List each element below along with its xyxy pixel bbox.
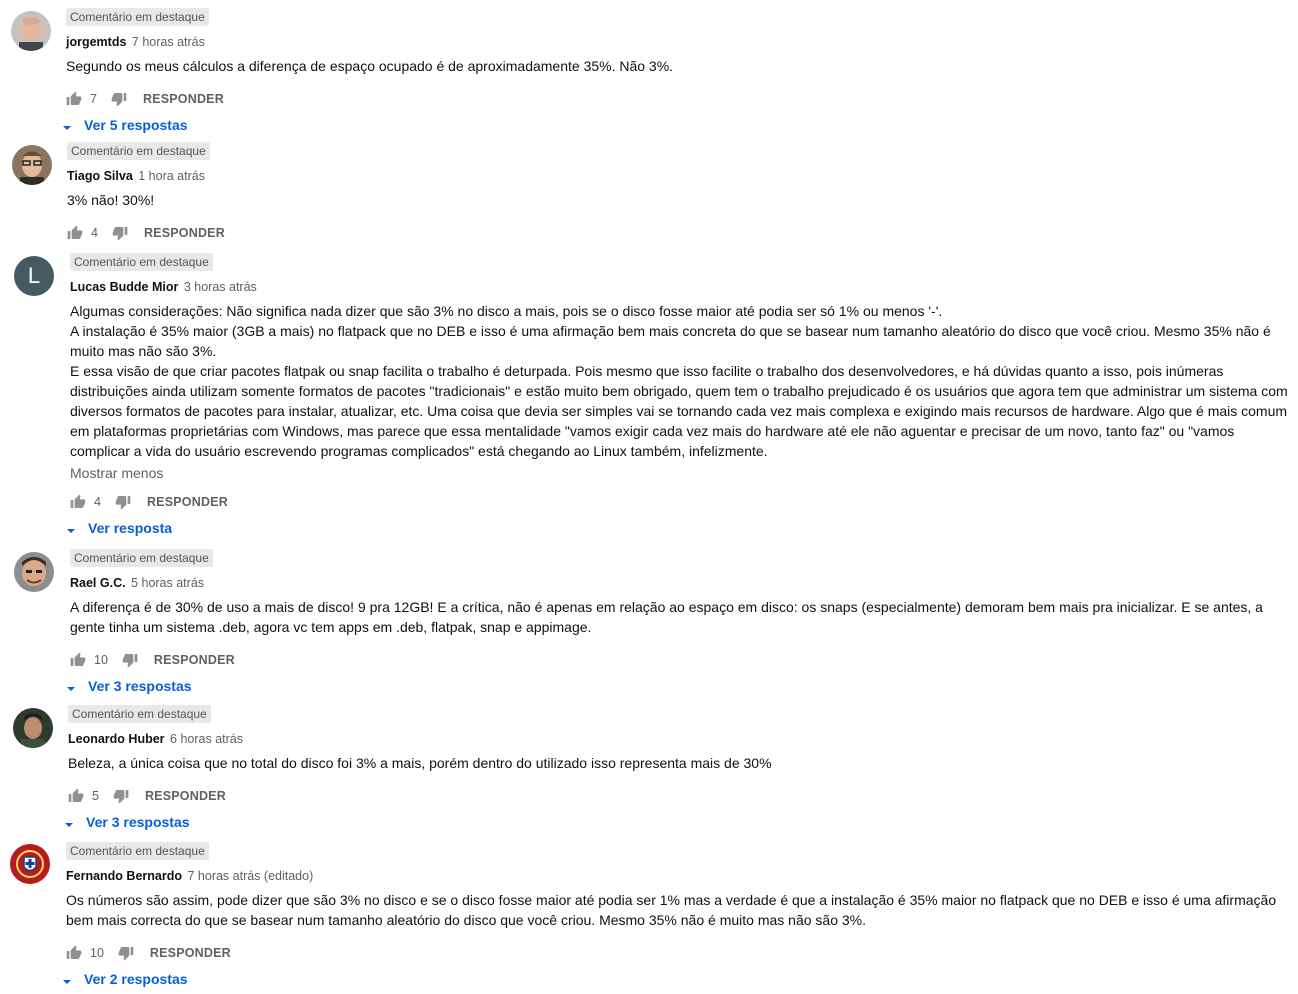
avatar[interactable] <box>11 11 51 51</box>
avatar[interactable] <box>10 844 50 884</box>
comment-text: Segundo os meus cálculos a diferença de … <box>66 58 674 74</box>
comment-text: 3% não! 30%! <box>67 192 155 208</box>
view-replies-label: Ver 3 respostas <box>88 678 192 694</box>
view-replies-button[interactable]: Ver resposta <box>66 520 1290 536</box>
like-count: 10 <box>94 653 108 667</box>
view-replies-button[interactable]: Ver 3 respostas <box>64 814 1290 830</box>
pinned-badge: Comentário em destaque <box>66 842 209 860</box>
reply-button[interactable]: RESPONDER <box>144 226 225 240</box>
thumbs-up-icon[interactable] <box>66 91 82 107</box>
comment-text: Os números são assim, pode dizer que são… <box>66 892 1277 928</box>
thumbs-down-icon[interactable] <box>118 945 134 961</box>
reply-button[interactable]: RESPONDER <box>154 653 235 667</box>
view-replies-button[interactable]: Ver 5 respostas <box>62 117 1290 133</box>
thumbs-down-icon[interactable] <box>113 788 129 804</box>
pinned-badge: Comentário em destaque <box>70 549 213 567</box>
view-replies-label: Ver 2 respostas <box>84 971 188 987</box>
comment-paragraph: Algumas considerações: Não significa nad… <box>70 303 943 319</box>
view-replies-button[interactable]: Ver 2 respostas <box>62 971 1290 987</box>
pinned-badge: Comentário em destaque <box>68 705 211 723</box>
reply-button[interactable]: RESPONDER <box>150 946 231 960</box>
thumbs-down-icon[interactable] <box>112 225 128 241</box>
comment-time[interactable]: 7 horas atrás <box>132 35 205 49</box>
avatar[interactable] <box>12 145 52 185</box>
thumbs-up-icon[interactable] <box>66 945 82 961</box>
chevron-down-icon <box>64 817 74 827</box>
thumbs-up-icon[interactable] <box>68 788 84 804</box>
reply-button[interactable]: RESPONDER <box>143 92 224 106</box>
thumbs-down-icon[interactable] <box>111 91 127 107</box>
avatar[interactable]: L <box>14 256 54 296</box>
like-count: 7 <box>90 92 97 106</box>
comment-time[interactable]: 3 horas atrás <box>184 280 257 294</box>
chevron-down-icon <box>62 974 72 984</box>
view-replies-button[interactable]: Ver 3 respostas <box>66 678 1290 694</box>
view-replies-label: Ver 3 respostas <box>86 814 190 830</box>
comment-text: Algumas considerações: Não significa nad… <box>70 301 1290 461</box>
comment-author[interactable]: Fernando Bernardo <box>66 869 182 883</box>
reply-button[interactable]: RESPONDER <box>147 495 228 509</box>
comment-author[interactable]: Lucas Budde Mior <box>70 280 178 294</box>
view-replies-label: Ver 5 respostas <box>84 117 188 133</box>
comment-time[interactable]: 7 horas atrás (editado) <box>187 869 313 883</box>
comment-text: A diferença é de 30% de uso a mais de di… <box>70 599 1263 635</box>
comment-author[interactable]: jorgemtds <box>66 35 126 49</box>
chevron-down-icon <box>66 523 76 533</box>
avatar[interactable] <box>14 552 54 592</box>
comment-time[interactable]: 6 horas atrás <box>170 732 243 746</box>
comment-paragraph: E essa visão de que criar pacotes flatpa… <box>70 363 1288 459</box>
comment-time[interactable]: 1 hora atrás <box>138 169 205 183</box>
thumbs-down-icon[interactable] <box>115 494 131 510</box>
thumbs-up-icon[interactable] <box>70 494 86 510</box>
thumbs-up-icon[interactable] <box>70 652 86 668</box>
chevron-down-icon <box>66 681 76 691</box>
pinned-badge: Comentário em destaque <box>67 142 210 160</box>
pinned-badge: Comentário em destaque <box>70 253 213 271</box>
pinned-badge: Comentário em destaque <box>66 8 209 26</box>
like-count: 10 <box>90 946 104 960</box>
avatar[interactable] <box>13 708 53 748</box>
thumbs-up-icon[interactable] <box>67 225 83 241</box>
show-less-button[interactable]: Mostrar menos <box>70 463 1290 483</box>
reply-button[interactable]: RESPONDER <box>145 789 226 803</box>
thumbs-down-icon[interactable] <box>122 652 138 668</box>
like-count: 4 <box>94 495 101 509</box>
comment-author[interactable]: Leonardo Huber <box>68 732 165 746</box>
chevron-down-icon <box>62 120 72 130</box>
comment-author[interactable]: Tiago Silva <box>67 169 133 183</box>
comment-paragraph: A instalação é 35% maior (3GB a mais) no… <box>70 323 1271 359</box>
view-replies-label: Ver resposta <box>88 520 173 536</box>
like-count: 5 <box>92 789 99 803</box>
like-count: 4 <box>91 226 98 240</box>
comment-time[interactable]: 5 horas atrás <box>131 576 204 590</box>
comment-text: Beleza, a única coisa que no total do di… <box>68 755 772 771</box>
comment-author[interactable]: Rael G.C. <box>70 576 126 590</box>
